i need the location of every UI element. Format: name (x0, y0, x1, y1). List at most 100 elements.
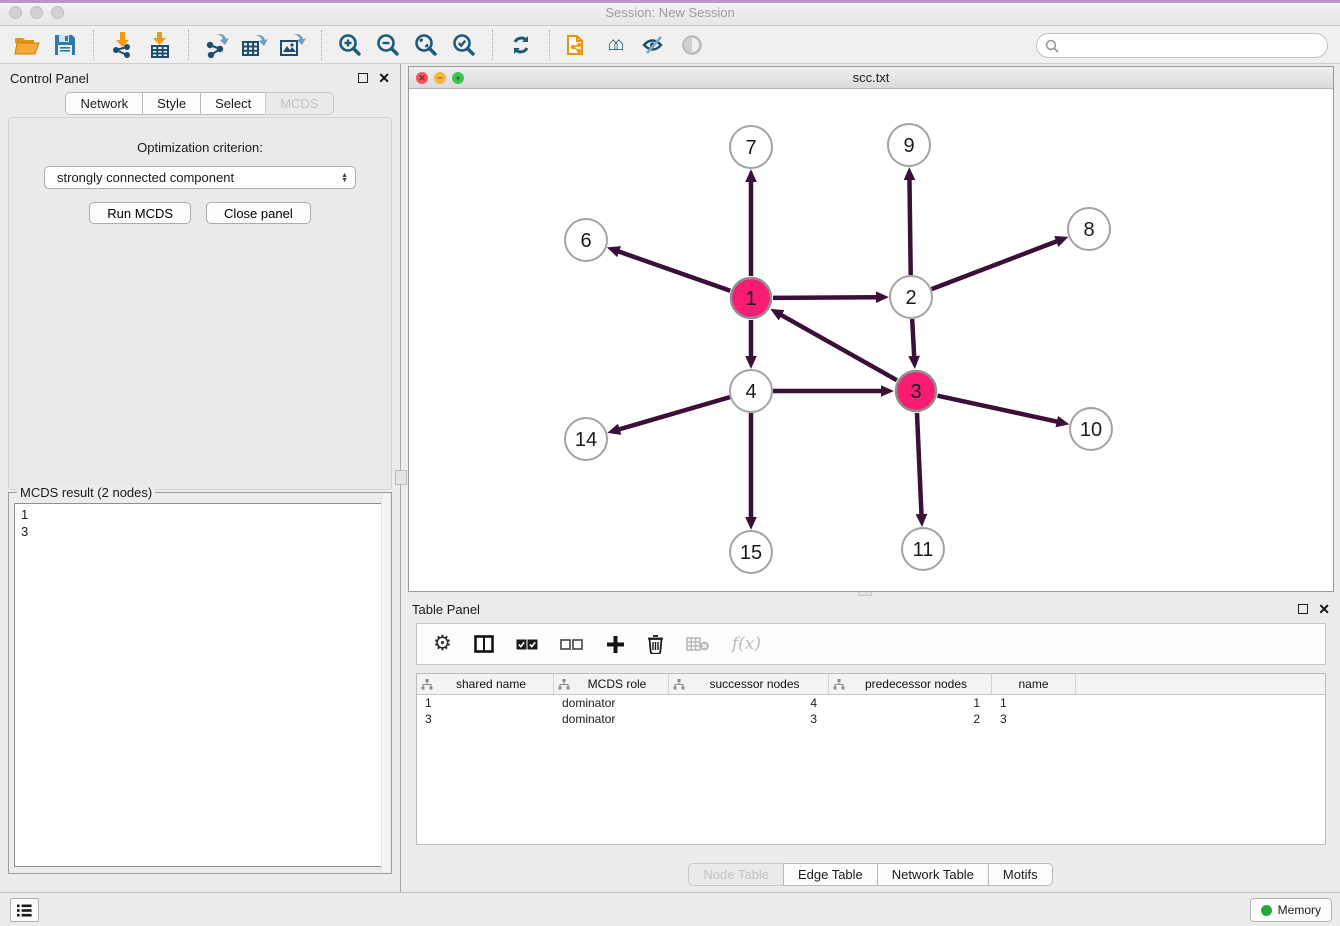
zoom-window-button[interactable] (51, 6, 64, 19)
optimization-criterion-select[interactable]: strongly connected component ▲▼ (44, 166, 356, 189)
graph-node-label: 7 (745, 137, 756, 159)
table-toolbar: ⚙ f(x) (416, 623, 1326, 665)
close-panel-icon[interactable]: ✕ (378, 73, 390, 83)
graph-edge-2-9[interactable] (909, 179, 910, 275)
mcds-result-title: MCDS result (2 nodes) (17, 485, 155, 500)
graph-node-label: 15 (740, 542, 762, 564)
network-close-button[interactable]: ✕ (416, 72, 428, 84)
zoom-in-icon[interactable] (331, 29, 369, 61)
graph-edge-1-2[interactable] (773, 297, 877, 298)
close-window-button[interactable] (9, 6, 22, 19)
deselect-all-columns-icon[interactable] (560, 639, 584, 650)
network-window-titlebar[interactable]: ✕ − + scc.txt (409, 67, 1333, 89)
column-header-predecessor-nodes[interactable]: predecessor nodes (829, 674, 992, 694)
toggle-panel-icon[interactable] (474, 635, 494, 653)
zoom-selected-icon[interactable] (445, 29, 483, 61)
graph-node-15[interactable]: 15 (730, 531, 772, 573)
open-session-icon[interactable] (8, 29, 46, 61)
duplicate-network-icon[interactable] (559, 29, 597, 61)
graph-node-label: 8 (1083, 219, 1094, 241)
control-panel: Control Panel ✕ Network Style Select MCD… (0, 64, 401, 892)
graph-node-label: 14 (575, 429, 597, 451)
zoom-fit-icon[interactable] (407, 29, 445, 61)
graph-edge-4-14[interactable] (619, 397, 730, 429)
toolbar-separator (321, 30, 322, 60)
tab-mcds[interactable]: MCDS (265, 92, 333, 115)
export-network-icon[interactable] (198, 29, 236, 61)
tab-node-table[interactable]: Node Table (688, 863, 784, 886)
tab-style[interactable]: Style (142, 92, 201, 115)
memory-label: Memory (1278, 903, 1321, 917)
table-row[interactable]: 1 dominator 4 1 1 (417, 695, 1325, 711)
run-mcds-button[interactable]: Run MCDS (89, 202, 191, 224)
graph-node-6[interactable]: 6 (565, 219, 607, 261)
window-title: Session: New Session (0, 0, 1340, 26)
add-column-icon[interactable] (606, 635, 625, 654)
tab-select[interactable]: Select (200, 92, 266, 115)
column-header-shared-name[interactable]: shared name (417, 674, 554, 694)
graph-node-4[interactable]: 4 (730, 370, 772, 412)
graph-edge-3-11[interactable] (917, 413, 922, 515)
optimization-criterion-value: strongly connected component (57, 170, 234, 185)
mcds-result-group: MCDS result (2 nodes) 1 3 (8, 492, 392, 874)
delete-column-icon[interactable] (647, 634, 664, 654)
graph-node-11[interactable]: 11 (902, 528, 944, 570)
graph-node-8[interactable]: 8 (1068, 208, 1110, 250)
graph-node-7[interactable]: 7 (730, 126, 772, 168)
table-panel-title: Table Panel (412, 602, 480, 617)
refresh-view-icon[interactable] (502, 29, 540, 61)
graph-node-14[interactable]: 14 (565, 418, 607, 460)
function-builder-icon[interactable]: f(x) (732, 634, 761, 654)
graph-edge-3-10[interactable] (937, 396, 1057, 422)
first-neighbors-icon[interactable]: ⌂⌂ (597, 29, 635, 61)
toolbar-separator (492, 30, 493, 60)
graph-node-2[interactable]: 2 (890, 276, 932, 318)
graph-edge-2-8[interactable] (932, 241, 1058, 289)
column-header-successor-nodes[interactable]: successor nodes (669, 674, 829, 694)
import-network-icon[interactable] (103, 29, 141, 61)
tab-network-table[interactable]: Network Table (877, 863, 989, 886)
task-history-button[interactable] (10, 898, 39, 922)
graph-node-label: 2 (905, 287, 916, 309)
export-table-icon[interactable] (236, 29, 274, 61)
graph-node-3[interactable]: 3 (896, 371, 936, 411)
tab-network[interactable]: Network (65, 92, 143, 115)
close-panel-button[interactable]: Close panel (206, 202, 311, 224)
column-header-mcds-role[interactable]: MCDS role (554, 674, 669, 694)
table-close-panel-icon[interactable]: ✕ (1318, 604, 1330, 614)
show-all-icon[interactable] (673, 29, 711, 61)
delete-table-icon[interactable] (686, 636, 710, 652)
mcds-result-textarea[interactable]: 1 3 (14, 503, 386, 867)
table-row[interactable]: 3 dominator 3 2 3 (417, 711, 1325, 727)
minimize-window-button[interactable] (30, 6, 43, 19)
zoom-out-icon[interactable] (369, 29, 407, 61)
graph-node-1[interactable]: 1 (731, 278, 771, 318)
network-zoom-button[interactable]: + (452, 72, 464, 84)
graph-node-10[interactable]: 10 (1070, 408, 1112, 450)
hide-selected-icon[interactable] (635, 29, 673, 61)
graph-edge-1-6[interactable] (618, 251, 730, 290)
search-input[interactable] (1059, 36, 1327, 56)
tab-edge-table[interactable]: Edge Table (783, 863, 878, 886)
tab-motifs[interactable]: Motifs (988, 863, 1053, 886)
export-image-icon[interactable] (274, 29, 312, 61)
node-table: shared name MCDS role successor nodes pr… (416, 673, 1326, 845)
graph-node-label: 4 (745, 381, 756, 403)
memory-button[interactable]: Memory (1250, 898, 1332, 922)
table-float-panel-icon[interactable] (1298, 604, 1308, 614)
save-session-icon[interactable] (46, 29, 84, 61)
graph-node-label: 10 (1080, 419, 1102, 441)
network-minimize-button[interactable]: − (434, 72, 446, 84)
result-scrollbar[interactable] (381, 494, 390, 872)
graph-edge-3-1[interactable] (781, 315, 897, 381)
node-table-header: shared name MCDS role successor nodes pr… (417, 674, 1325, 695)
column-header-name[interactable]: name (992, 674, 1076, 694)
network-canvas[interactable]: 7 9 6 8 1 2 4 3 14 10 15 11 (409, 89, 1333, 591)
graph-edge-2-3[interactable] (912, 319, 914, 357)
float-panel-icon[interactable] (358, 73, 368, 83)
select-all-columns-icon[interactable] (516, 639, 538, 650)
import-table-icon[interactable] (141, 29, 179, 61)
graph-node-9[interactable]: 9 (888, 124, 930, 166)
vertical-splitter-handle[interactable] (395, 470, 407, 485)
settings-gear-icon[interactable]: ⚙ (433, 634, 452, 654)
